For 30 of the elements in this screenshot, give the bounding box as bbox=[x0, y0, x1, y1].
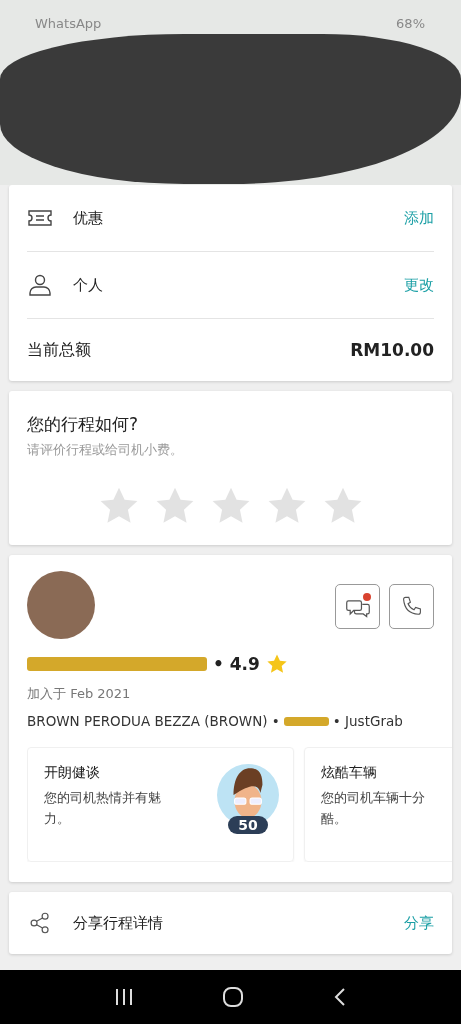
compliment-description: 您的司机热情并有魅力。 bbox=[44, 789, 162, 828]
call-button[interactable] bbox=[389, 584, 434, 629]
compliment-description: 您的司机车辆十分酷。 bbox=[321, 789, 426, 828]
share-label: 分享行程详情 bbox=[73, 913, 164, 933]
recent-apps-icon[interactable] bbox=[114, 988, 135, 1006]
battery-level: 68% bbox=[396, 16, 425, 31]
notification-app-name: WhatsApp bbox=[35, 16, 102, 31]
ticket-icon bbox=[27, 207, 53, 229]
rating-subtitle: 请评价行程或给司机小费。 bbox=[27, 442, 184, 459]
back-icon[interactable] bbox=[332, 987, 347, 1007]
home-icon[interactable] bbox=[222, 986, 245, 1008]
driver-rating: • 4.9 bbox=[213, 654, 260, 674]
total-amount: RM10.00 bbox=[350, 340, 434, 360]
joined-date: 加入于 Feb 2021 bbox=[27, 685, 132, 703]
redacted-plate bbox=[283, 716, 329, 726]
total-label: 当前总额 bbox=[27, 339, 92, 361]
rating-title: 您的行程如何? bbox=[27, 413, 140, 436]
chat-button[interactable] bbox=[335, 584, 380, 629]
vehicle-info: BROWN PERODUA BEZZA (BROWN) • bbox=[27, 713, 280, 729]
person-icon bbox=[27, 274, 53, 296]
compliment-title: 炫酷车辆 bbox=[321, 764, 378, 782]
row-action-link[interactable]: 添加 bbox=[404, 208, 434, 228]
compliment-title: 开朗健谈 bbox=[44, 764, 101, 782]
row-label: 个人 bbox=[73, 275, 104, 295]
compliment-count: 50 bbox=[228, 816, 268, 834]
row-action-link[interactable]: 更改 bbox=[404, 275, 434, 295]
service-type: • JustGrab bbox=[332, 713, 403, 729]
share-link[interactable]: 分享 bbox=[404, 913, 434, 933]
row-label: 优惠 bbox=[73, 208, 104, 228]
star-icon bbox=[265, 653, 288, 675]
